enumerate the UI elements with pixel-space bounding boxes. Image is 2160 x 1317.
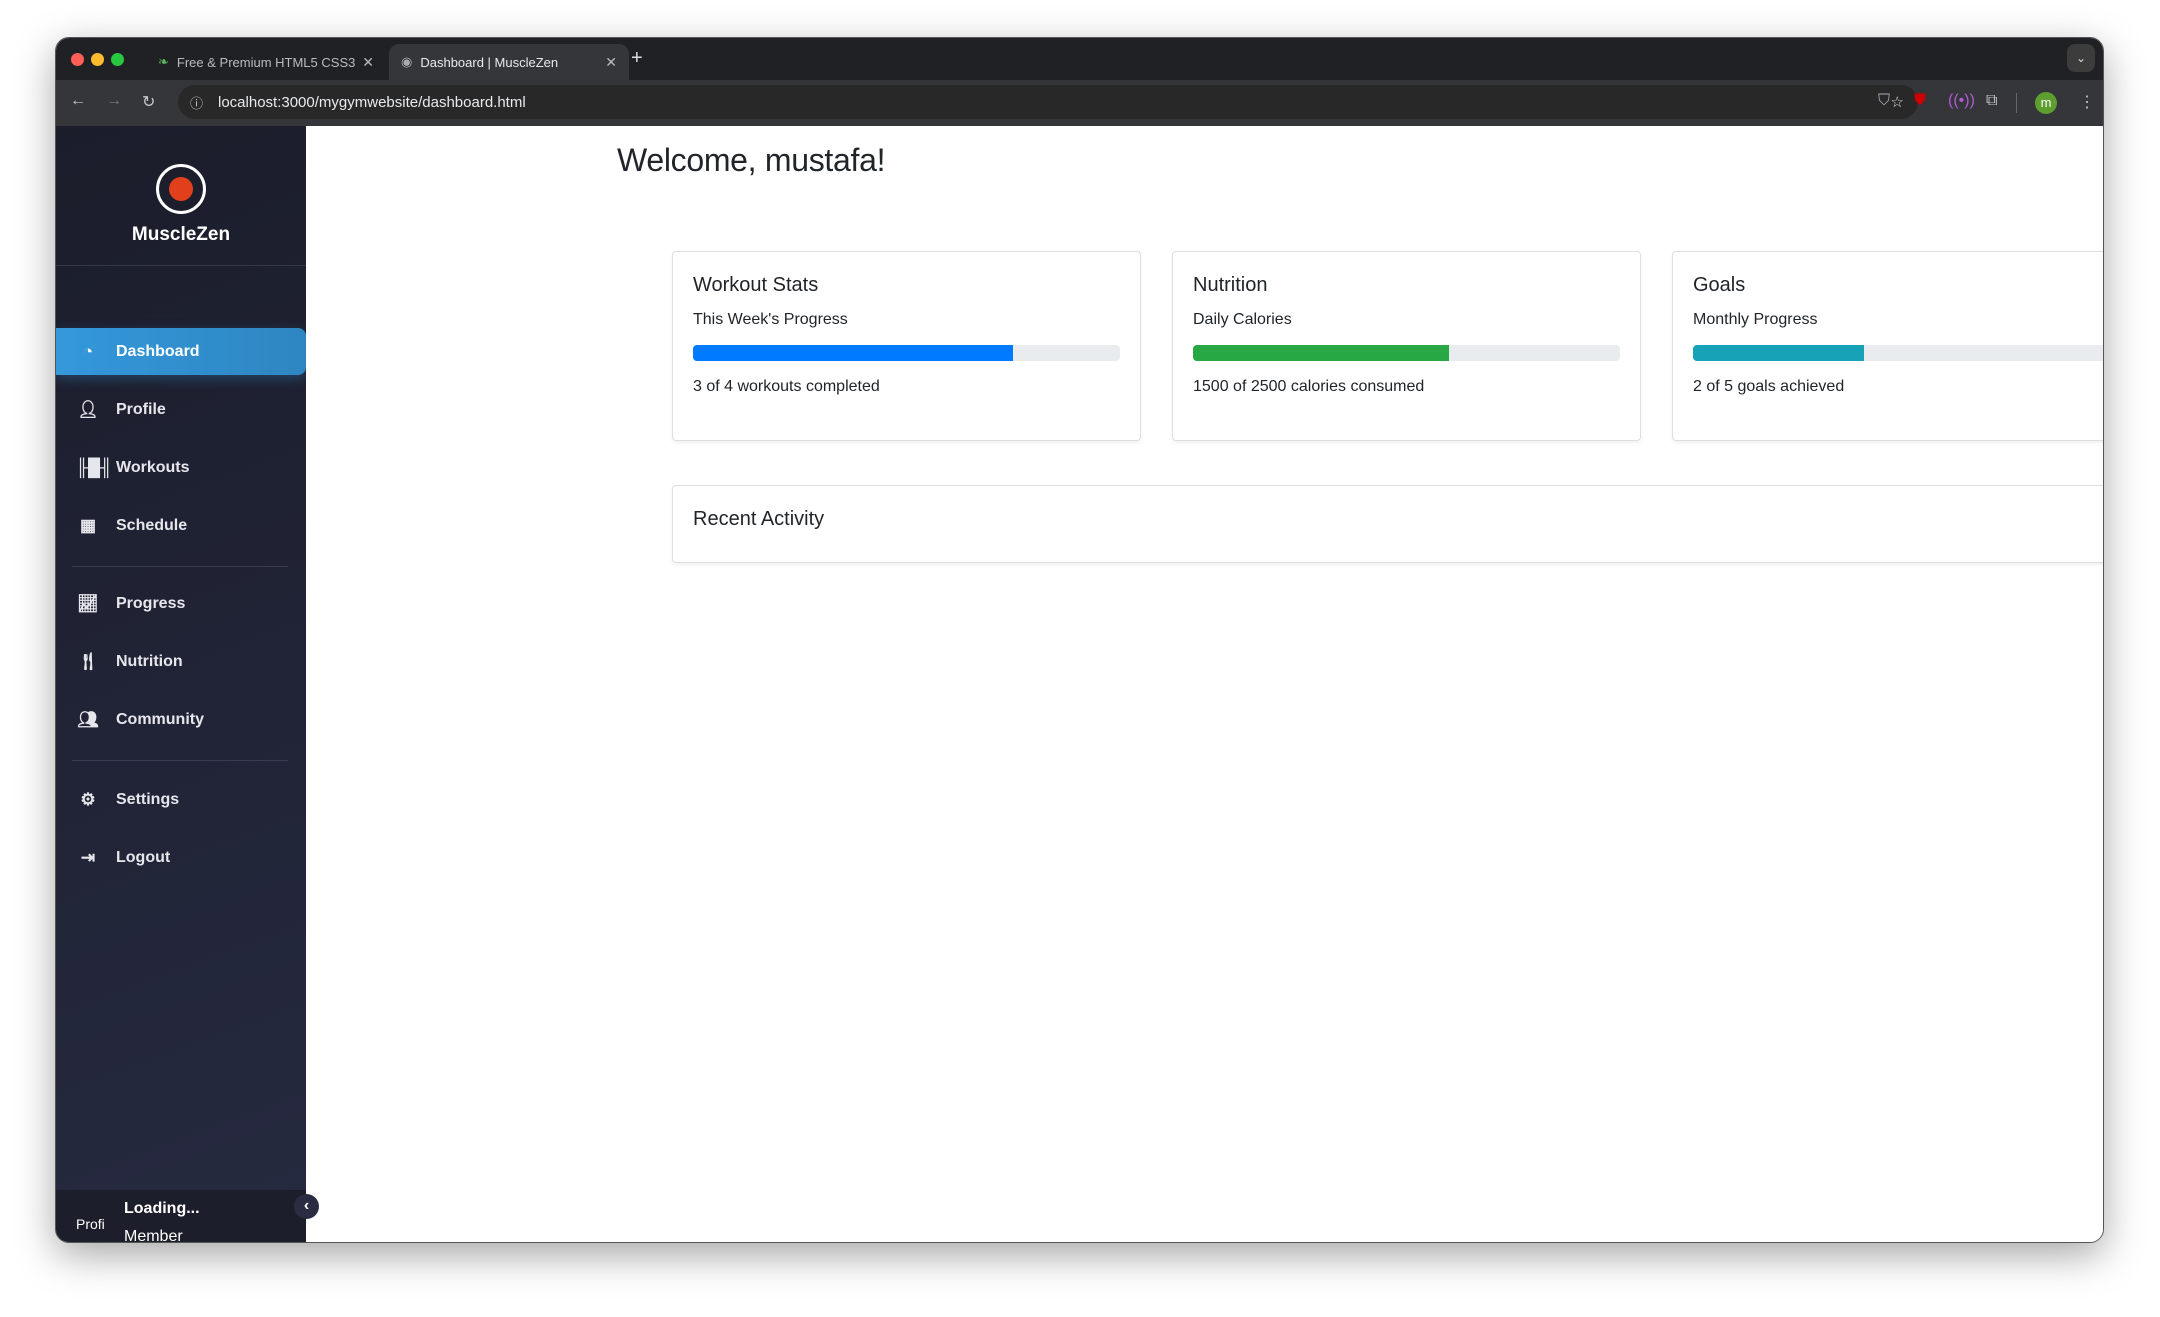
sidebar-item-label: Nutrition — [116, 652, 183, 670]
sidebar-item-label: Logout — [116, 848, 171, 866]
sidebar-item-workouts[interactable]: ╟█╢ Workouts — [56, 444, 306, 491]
sidebar-item-settings[interactable]: ⚙ Settings — [56, 776, 306, 823]
progress-bar — [693, 345, 1120, 361]
card-title: Goals — [1693, 274, 1746, 296]
menu-kebab-icon[interactable]: ⋮ — [2079, 92, 2095, 112]
sidebar-item-progress[interactable]: 📈︎ Progress — [56, 580, 306, 627]
sidebar-item-logout[interactable]: ⇥ Logout — [56, 834, 306, 881]
sidebar-item-dashboard[interactable]: ◔ Dashboard — [56, 328, 306, 375]
sidebar: MuscleZen ◔ Dashboard 👤︎ Profile ╟█╢ Workou… — [56, 126, 306, 1243]
info-icon: ⓘ — [190, 95, 204, 111]
forward-icon[interactable]: → — [106, 92, 122, 110]
close-tab-icon[interactable]: ✕ — [362, 54, 374, 71]
dumbbell-icon: ╟█╢ — [76, 457, 113, 477]
nutrition-card: Nutrition Daily Calories 1500 of 2500 ca… — [1172, 251, 1641, 441]
browser-toolbar: ← → ↻ ⓘ localhost:3000/mygymwebsite/dash… — [56, 80, 2103, 126]
progress-bar — [1693, 345, 2103, 361]
tab-dashboard[interactable]: ◉ Dashboard | MuscleZen ✕ — [389, 44, 629, 80]
user-icon: 👤︎ — [77, 399, 99, 419]
site-favicon-icon: ❧ — [158, 54, 169, 69]
utensils-icon: 🍴︎ — [77, 651, 99, 671]
reload-icon[interactable]: ↻ — [142, 92, 155, 112]
sidebar-item-label: Settings — [116, 790, 180, 808]
url-text: localhost:3000/mygymwebsite/dashboard.ht… — [218, 93, 526, 111]
recent-activity-card: Recent Activity — [672, 485, 2103, 563]
collapse-sidebar-button[interactable]: ‹ — [294, 1194, 319, 1219]
sidebar-divider — [72, 760, 288, 761]
musclezen-logo — [156, 164, 206, 214]
goals-card: Goals Monthly Progress 2 of 5 goals achi… — [1672, 251, 2103, 441]
tab-free-premium[interactable]: ❧ Free & Premium HTML5 CSS3 ✕ — [146, 44, 386, 80]
card-subtitle: Daily Calories — [1193, 311, 1292, 328]
toolbar-divider — [2016, 93, 2017, 113]
bookmark-star-icon[interactable]: ☆ — [1891, 93, 1904, 111]
sidebar-item-label: Workouts — [116, 458, 190, 476]
progress-bar — [1193, 345, 1620, 361]
brand-name: MuscleZen — [131, 224, 231, 245]
brand: MuscleZen — [56, 126, 306, 266]
broadcast-extension-icon[interactable]: ((•)) — [1948, 92, 1975, 110]
main-content: Welcome, mustafa! Workout Stats This Wee… — [306, 126, 2103, 1242]
sidebar-item-label: Profile — [116, 400, 166, 418]
sidebar-item-label: Dashboard — [116, 342, 200, 360]
card-text: 2 of 5 goals achieved — [1693, 378, 1845, 395]
browser-window: ❧ Free & Premium HTML5 CSS3 ✕ ◉ Dashboar… — [55, 37, 2104, 1243]
sidebar-item-profile[interactable]: 👤︎ Profile — [56, 386, 306, 433]
tab-bar: ❧ Free & Premium HTML5 CSS3 ✕ ◉ Dashboar… — [56, 38, 2103, 80]
profile-avatar[interactable]: m — [2035, 92, 2057, 114]
sign-out-icon: ⇥ — [80, 847, 96, 867]
card-subtitle: Monthly Progress — [1693, 311, 1818, 328]
sidebar-item-schedule[interactable]: ▦ Schedule — [56, 502, 306, 549]
recent-activity-title: Recent Activity — [693, 508, 825, 530]
user-footer: Profi Loading... Member — [56, 1190, 306, 1243]
sidebar-divider — [72, 566, 288, 567]
sidebar-item-community[interactable]: 👥︎ Community — [56, 696, 306, 743]
progress-fill — [693, 345, 1014, 361]
shield-extension-icon[interactable]: ⛉ — [1878, 92, 1890, 110]
extensions-puzzle-icon[interactable]: ⧉ — [1986, 92, 1997, 110]
back-icon[interactable]: ← — [70, 92, 86, 110]
new-tab-button[interactable]: + — [631, 47, 643, 70]
card-text: 1500 of 2500 calories consumed — [1193, 378, 1425, 395]
card-title: Nutrition — [1193, 274, 1268, 296]
gauge-icon: ◔ — [82, 341, 94, 361]
maximize-window-button[interactable] — [111, 53, 124, 66]
tab-search-chevron-down-icon[interactable]: ⌄ — [2067, 44, 2095, 72]
sidebar-item-label: Schedule — [116, 516, 188, 534]
card-title: Workout Stats — [693, 274, 819, 296]
ublock-extension-icon[interactable]: ⛊ — [1914, 92, 1926, 110]
users-icon: 👥︎ — [77, 709, 99, 729]
card-text: 3 of 4 workouts completed — [693, 378, 880, 395]
page-title: Welcome, mustafa! — [617, 142, 886, 178]
gear-icon: ⚙ — [80, 789, 96, 809]
close-tab-icon[interactable]: ✕ — [605, 54, 617, 71]
progress-fill — [1193, 345, 1450, 361]
workout-stats-card: Workout Stats This Week's Progress 3 of … — [672, 251, 1141, 441]
chart-line-icon: 📈︎ — [77, 593, 99, 613]
sidebar-item-label: Community — [116, 710, 204, 728]
sidebar-item-label: Progress — [116, 594, 186, 612]
sidebar-item-nutrition[interactable]: 🍴︎ Nutrition — [56, 638, 306, 685]
user-name: Loading... — [124, 1200, 200, 1217]
globe-icon: ◉ — [401, 54, 413, 69]
user-role: Member — [124, 1228, 183, 1243]
progress-fill — [1693, 345, 1864, 361]
address-bar[interactable]: ⓘ localhost:3000/mygymwebsite/dashboard.… — [178, 85, 1918, 119]
close-window-button[interactable] — [71, 53, 84, 66]
card-subtitle: This Week's Progress — [693, 311, 848, 328]
avatar: Profi — [76, 1216, 105, 1232]
calendar-icon: ▦ — [79, 515, 97, 535]
tab-label: Free & Premium HTML5 CSS3 — [176, 54, 356, 70]
minimize-window-button[interactable] — [91, 53, 104, 66]
tab-label: Dashboard | MuscleZen — [420, 54, 559, 70]
